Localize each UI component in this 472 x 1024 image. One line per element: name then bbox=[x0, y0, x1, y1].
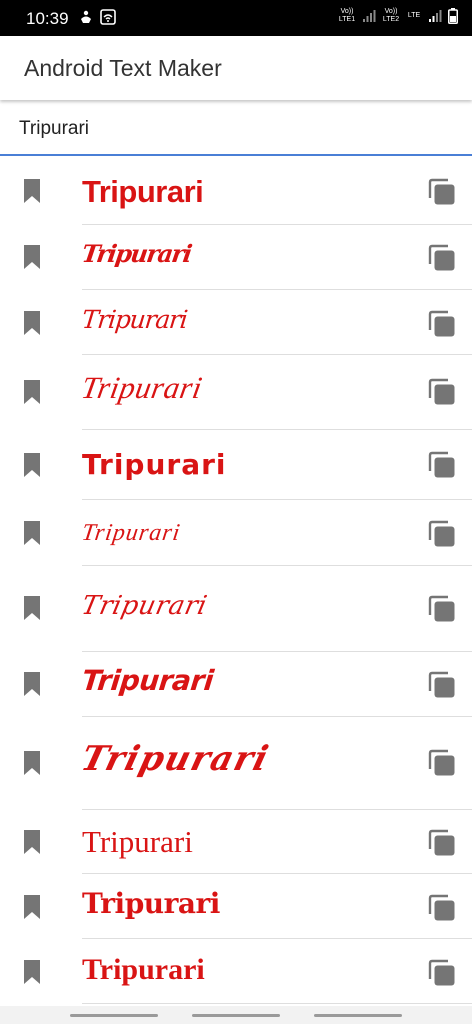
text-input-container bbox=[0, 102, 472, 156]
copy-icon[interactable] bbox=[428, 451, 456, 479]
style-row-2[interactable]: Tripurari bbox=[0, 224, 472, 290]
style-row-10[interactable]: Tripurari bbox=[0, 809, 472, 874]
status-bar: 10:39 Vo)) LTE1 Vo)) LTE2 LTE bbox=[0, 0, 472, 36]
copy-icon[interactable] bbox=[428, 244, 456, 272]
styled-text: Tripurari bbox=[80, 664, 215, 697]
bookmark-icon[interactable] bbox=[22, 245, 42, 269]
app-title: Android Text Maker bbox=[24, 55, 222, 81]
bookmark-icon[interactable] bbox=[22, 521, 42, 545]
copy-icon[interactable] bbox=[428, 894, 456, 922]
bookmark-icon[interactable] bbox=[22, 751, 42, 775]
signal-1-icon bbox=[363, 10, 376, 22]
status-left-icons bbox=[78, 9, 116, 25]
styled-text: Tripurari bbox=[80, 239, 193, 268]
bookmark-icon[interactable] bbox=[22, 453, 42, 477]
styled-text: Tripurari bbox=[82, 824, 193, 859]
status-time: 10:39 bbox=[26, 9, 69, 28]
style-row-12[interactable]: Tripurari bbox=[0, 938, 472, 1004]
copy-icon[interactable] bbox=[428, 310, 456, 338]
copy-icon[interactable] bbox=[428, 520, 456, 548]
style-row-5[interactable]: Tripurari bbox=[0, 429, 472, 500]
copy-icon[interactable] bbox=[428, 671, 456, 699]
status-right: Vo)) LTE1 Vo)) LTE2 LTE bbox=[338, 8, 458, 24]
bookmark-icon[interactable] bbox=[22, 830, 42, 854]
bookmark-icon[interactable] bbox=[22, 311, 42, 335]
style-row-1[interactable]: Tripurari bbox=[0, 158, 472, 225]
home-button[interactable] bbox=[192, 1014, 280, 1017]
notification-app-icon bbox=[81, 10, 91, 23]
copy-icon[interactable] bbox=[428, 749, 456, 777]
recents-button[interactable] bbox=[70, 1014, 158, 1017]
styled-text: Tripurari bbox=[80, 520, 183, 546]
styled-text: Tripurari bbox=[78, 591, 210, 621]
lte-tag: LTE bbox=[407, 12, 421, 19]
styled-text: Tripurari bbox=[77, 739, 274, 779]
styled-text: Tripurari bbox=[82, 448, 227, 481]
style-row-11[interactable]: Tripurari bbox=[0, 873, 472, 939]
bookmark-icon[interactable] bbox=[22, 672, 42, 696]
bookmark-icon[interactable] bbox=[22, 596, 42, 620]
text-input[interactable] bbox=[0, 102, 472, 156]
bookmark-icon[interactable] bbox=[22, 895, 42, 919]
copy-icon[interactable] bbox=[428, 595, 456, 623]
sim2-network-tag: Vo)) LTE2 bbox=[382, 8, 400, 23]
styled-text: Tripurari bbox=[82, 953, 205, 986]
battery-icon bbox=[448, 8, 458, 24]
styled-text: Tripurari bbox=[78, 370, 206, 405]
style-row-4[interactable]: Tripurari bbox=[0, 354, 472, 430]
styled-text: Tripurari bbox=[82, 887, 220, 920]
wifi-call-icon bbox=[100, 9, 116, 25]
system-nav-bar bbox=[0, 1006, 472, 1024]
style-row-9[interactable]: Tripurari bbox=[0, 716, 472, 810]
copy-icon[interactable] bbox=[428, 378, 456, 406]
row-divider bbox=[82, 1003, 472, 1004]
signal-2-icon bbox=[429, 10, 442, 22]
bookmark-icon[interactable] bbox=[22, 380, 42, 404]
copy-icon[interactable] bbox=[428, 829, 456, 857]
sim1-network-tag: Vo)) LTE1 bbox=[338, 8, 356, 23]
styled-text: Tripurari bbox=[82, 174, 204, 209]
bookmark-icon[interactable] bbox=[22, 960, 42, 984]
app-bar: Android Text Maker bbox=[0, 36, 472, 100]
bookmark-icon[interactable] bbox=[22, 179, 42, 203]
styled-text: Tripurari bbox=[80, 305, 189, 334]
copy-icon[interactable] bbox=[428, 959, 456, 987]
style-row-3[interactable]: Tripurari bbox=[0, 289, 472, 355]
style-row-7[interactable]: Tripurari bbox=[0, 565, 472, 652]
style-row-6[interactable]: Tripurari bbox=[0, 499, 472, 566]
copy-icon[interactable] bbox=[428, 178, 456, 206]
style-row-8[interactable]: Tripurari bbox=[0, 651, 472, 717]
back-button[interactable] bbox=[314, 1014, 402, 1017]
